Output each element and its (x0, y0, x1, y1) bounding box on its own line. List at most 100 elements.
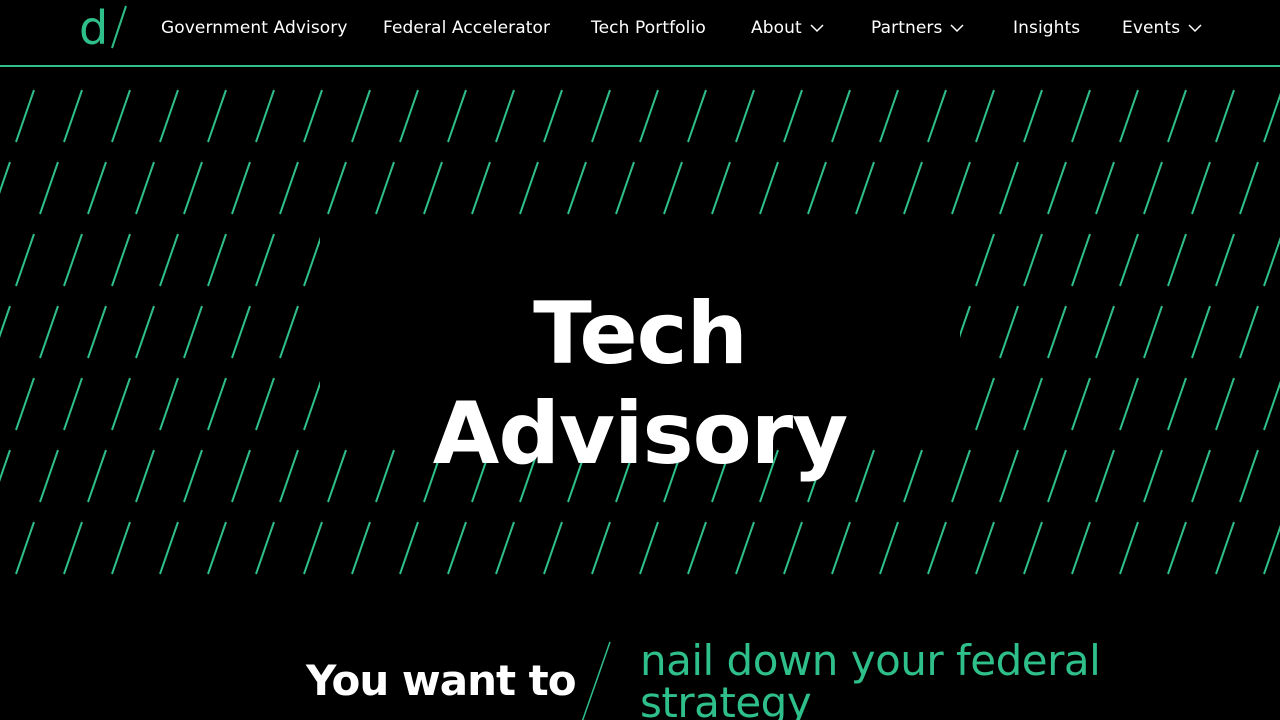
chevron-down-icon (950, 23, 964, 33)
pattern-slash (759, 161, 779, 215)
slash-divider-icon (581, 641, 611, 720)
pattern-slash (159, 233, 179, 287)
pattern-slash (375, 161, 395, 215)
pattern-slash (15, 521, 35, 575)
pattern-slash (1023, 89, 1043, 143)
pattern-slash (495, 521, 515, 575)
pattern-slash (1071, 521, 1091, 575)
pattern-slash (207, 233, 227, 287)
pattern-slash (591, 521, 611, 575)
pattern-slash (975, 89, 995, 143)
pattern-slash (159, 89, 179, 143)
pattern-slash (423, 161, 443, 215)
pattern-slash (687, 521, 707, 575)
pattern-slash (1047, 161, 1067, 215)
pattern-slash (1167, 233, 1187, 287)
pattern-slash (0, 161, 11, 194)
pattern-slash (1143, 161, 1163, 215)
intro-highlight: nail down your federal strategy (640, 636, 1101, 720)
pattern-slash (1263, 524, 1280, 575)
nav-item-about[interactable]: About (751, 16, 824, 40)
pattern-slash (1119, 521, 1139, 575)
pattern-slash (63, 89, 83, 143)
pattern-slash (543, 89, 563, 143)
pattern-slash (183, 161, 203, 215)
pattern-slash (927, 89, 947, 143)
pattern-slash (255, 233, 275, 287)
pattern-slash (807, 161, 827, 215)
pattern-slash (687, 89, 707, 143)
nav-item-government-advisory[interactable]: Government Advisory (161, 16, 348, 40)
pattern-slash (1119, 233, 1139, 287)
pattern-slash (1215, 89, 1235, 143)
nav-item-partners[interactable]: Partners (871, 16, 964, 40)
pattern-slash (279, 161, 299, 215)
pattern-slash (15, 233, 35, 287)
pattern-slash (39, 161, 59, 215)
chevron-down-icon (1188, 23, 1202, 33)
pattern-slash (1119, 89, 1139, 143)
pattern-slash (1023, 233, 1043, 287)
pattern-slash (831, 521, 851, 575)
nav-item-events[interactable]: Events (1122, 16, 1202, 40)
pattern-slash (711, 161, 731, 215)
pattern-slash (1191, 161, 1211, 215)
pattern-slash (255, 521, 275, 575)
pattern-slash (471, 161, 491, 215)
pattern-slash (951, 161, 971, 215)
pattern-slash (639, 521, 659, 575)
pattern-slash (327, 161, 347, 215)
pattern-slash (615, 161, 635, 215)
pattern-slash (207, 89, 227, 143)
pattern-slash (1071, 89, 1091, 143)
intro-lead: You want to (306, 656, 577, 705)
logo-link[interactable]: d (78, 4, 130, 52)
logo-letter: d (79, 4, 108, 52)
pattern-slash (303, 521, 323, 575)
pattern-slash (447, 89, 467, 143)
pattern-slash (543, 521, 563, 575)
pattern-slash (1239, 161, 1259, 215)
hero-title: Tech Advisory (0, 284, 1280, 484)
pattern-slash (63, 233, 83, 287)
logo-icon: d (79, 4, 127, 52)
pattern-slash (87, 161, 107, 215)
pattern-slash (1215, 233, 1235, 287)
pattern-slash (591, 89, 611, 143)
pattern-slash (15, 89, 35, 143)
pattern-slash (111, 89, 131, 143)
nav-item-insights[interactable]: Insights (1013, 16, 1080, 40)
pattern-slash (975, 233, 995, 287)
nav-item-label: Events (1122, 18, 1181, 38)
pattern-slash (927, 521, 947, 575)
pattern-slash (1023, 521, 1043, 575)
pattern-slash (447, 521, 467, 575)
pattern-slash (879, 521, 899, 575)
site-header: d Government Advisory Federal Accelerato… (0, 0, 1280, 67)
pattern-slash (303, 89, 323, 143)
pattern-slash (735, 521, 755, 575)
pattern-slash (495, 89, 515, 143)
pattern-slash (399, 521, 419, 575)
pattern-slash (1263, 92, 1280, 143)
pattern-slash (351, 89, 371, 143)
pattern-slash (999, 161, 1019, 215)
pattern-slash (111, 233, 131, 287)
pattern-slash (1071, 233, 1091, 287)
pattern-slash (207, 521, 227, 575)
page: d Government Advisory Federal Accelerato… (0, 0, 1280, 720)
pattern-slash (399, 89, 419, 143)
pattern-slash (975, 521, 995, 575)
nav-item-label: About (751, 18, 802, 38)
nav-item-tech-portfolio[interactable]: Tech Portfolio (591, 16, 706, 40)
pattern-slash (1167, 89, 1187, 143)
pattern-slash (159, 521, 179, 575)
nav-item-label: Tech Portfolio (591, 18, 706, 38)
nav-item-federal-accelerator[interactable]: Federal Accelerator (383, 16, 550, 40)
pattern-slash (567, 161, 587, 215)
nav-item-label: Government Advisory (161, 18, 348, 38)
pattern-slash (1095, 161, 1115, 215)
pattern-slash (783, 89, 803, 143)
nav-item-label: Insights (1013, 18, 1081, 38)
pattern-slash (255, 89, 275, 143)
